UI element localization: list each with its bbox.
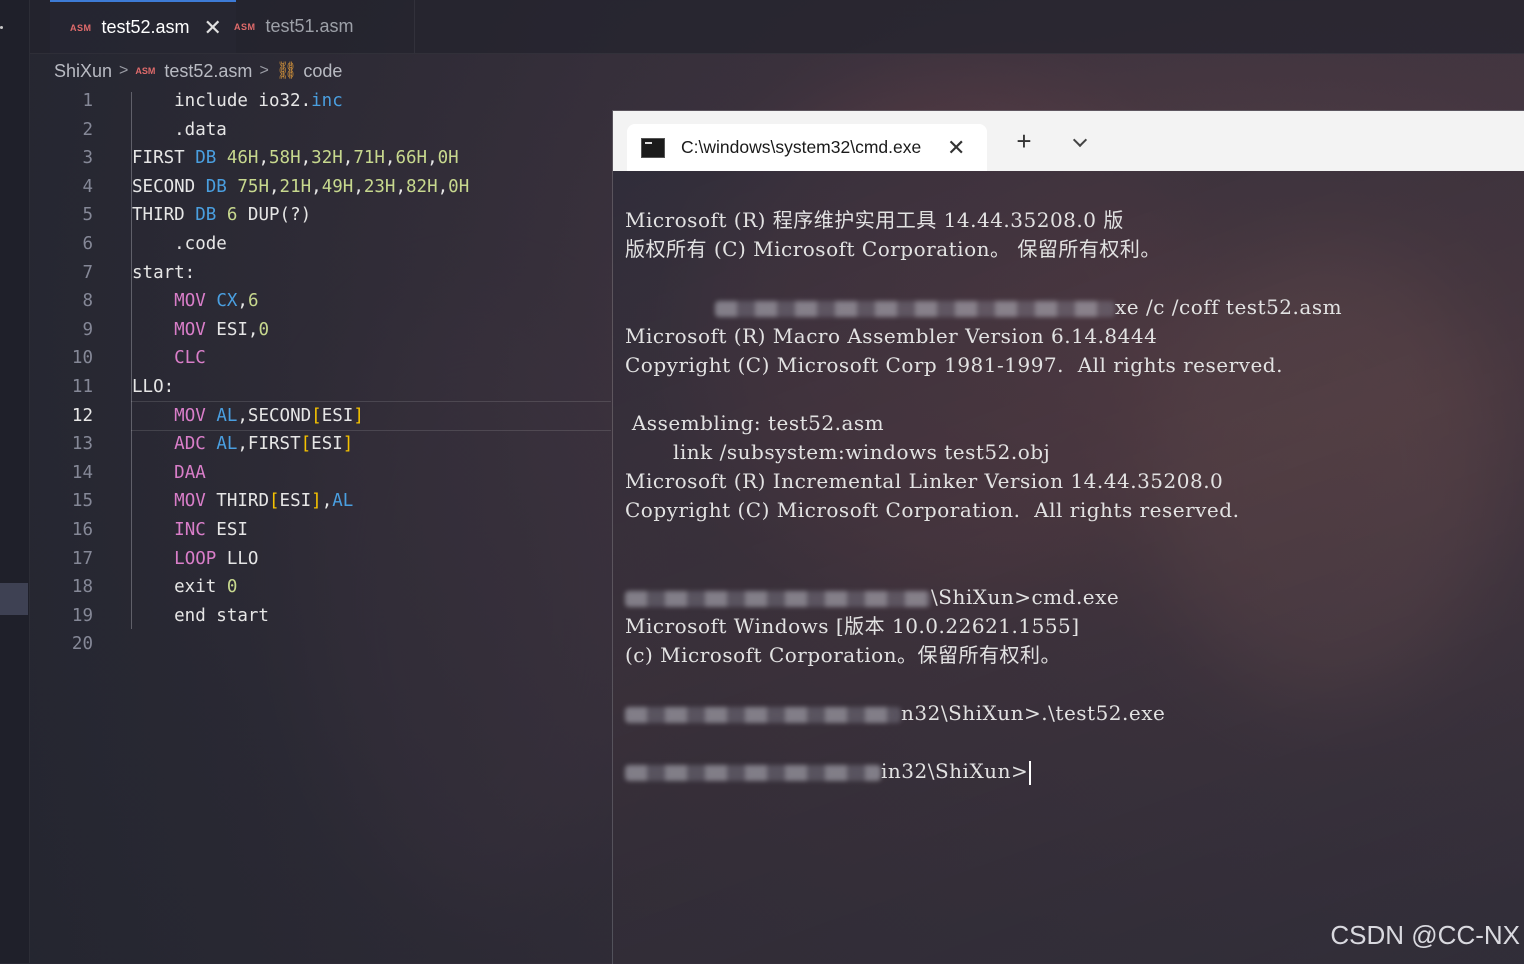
line-number: 2 bbox=[82, 119, 93, 140]
text-cursor bbox=[1029, 760, 1031, 785]
line-number: 15 bbox=[71, 491, 93, 512]
terminal-line: Microsoft (R) 程序维护实用工具 14.44.35208.0 版 bbox=[625, 208, 1124, 232]
line-number: 3 bbox=[82, 148, 93, 169]
editor-tab-bar: ASM test52.asm ✕ ASM test51.asm bbox=[30, 0, 1524, 54]
line-number: 14 bbox=[71, 462, 93, 483]
terminal-text: n32\ShiXun>.\test52.exe bbox=[901, 701, 1166, 725]
terminal-line: in32\ShiXun> bbox=[625, 757, 1342, 786]
breadcrumb-folder[interactable]: ShiXun bbox=[54, 61, 112, 82]
redacted-path bbox=[625, 706, 901, 723]
terminal-text: xe /c /coff test52.asm bbox=[1115, 295, 1343, 319]
line-number: 12 bbox=[71, 405, 93, 426]
breadcrumb: ShiXun > ASM test52.asm > ⛓ code bbox=[54, 58, 342, 84]
line-number: 8 bbox=[82, 291, 93, 312]
asm-file-icon: ASM bbox=[234, 21, 256, 32]
redacted-path bbox=[715, 300, 1115, 317]
line-number: 4 bbox=[82, 176, 93, 197]
terminal-titlebar: C:\windows\system32\cmd.exe ✕ + bbox=[613, 111, 1524, 171]
symbol-icon: ⛓ bbox=[275, 61, 298, 80]
line-number: 9 bbox=[82, 319, 93, 340]
line-number: 17 bbox=[71, 548, 93, 569]
line-number: 11 bbox=[71, 376, 93, 397]
close-icon[interactable]: ✕ bbox=[947, 135, 965, 161]
watermark: CSDN @CC-NX bbox=[1330, 920, 1520, 950]
chevron-right-icon: > bbox=[259, 62, 269, 79]
terminal-text: \ShiXun>cmd.exe bbox=[931, 585, 1120, 609]
terminal-tab[interactable]: C:\windows\system32\cmd.exe ✕ bbox=[627, 124, 987, 171]
redacted-path bbox=[625, 590, 931, 607]
line-number: 1 bbox=[82, 91, 93, 111]
terminal-line: Microsoft (R) Macro Assembler Version 6.… bbox=[625, 324, 1158, 348]
tab-test51-asm[interactable]: ASM test51.asm bbox=[214, 0, 415, 53]
tab-label: test52.asm bbox=[101, 17, 190, 37]
line-number: 6 bbox=[82, 233, 93, 254]
terminal-line: \ShiXun>cmd.exe bbox=[625, 583, 1342, 612]
redacted-path bbox=[625, 764, 881, 781]
terminal-line: (c) Microsoft Corporation。保留所有权利。 bbox=[625, 643, 1062, 667]
terminal-line: link /subsystem:windows test52.obj bbox=[625, 440, 1051, 464]
line-number: 5 bbox=[82, 205, 93, 226]
breadcrumb-symbol[interactable]: code bbox=[303, 61, 342, 82]
terminal-window[interactable]: C:\windows\system32\cmd.exe ✕ + Microsof… bbox=[612, 110, 1524, 964]
terminal-prompt: in32\ShiXun> bbox=[881, 759, 1029, 783]
terminal-line: n32\ShiXun>.\test52.exe bbox=[625, 699, 1342, 728]
active-indicator bbox=[0, 583, 28, 615]
line-number: 13 bbox=[71, 434, 93, 455]
more-icon[interactable] bbox=[0, 26, 3, 29]
tab-test52-asm[interactable]: ASM test52.asm ✕ bbox=[50, 0, 236, 53]
terminal-output[interactable]: Microsoft (R) 程序维护实用工具 14.44.35208.0 版 版… bbox=[625, 206, 1342, 786]
line-number: 7 bbox=[82, 262, 93, 283]
activity-bar bbox=[0, 0, 30, 963]
terminal-line: Microsoft Windows [版本 10.0.22621.1555] bbox=[625, 614, 1080, 638]
terminal-line: Assembling: test52.asm bbox=[625, 411, 885, 435]
terminal-tab-title: C:\windows\system32\cmd.exe bbox=[681, 137, 922, 157]
asm-file-icon: ASM bbox=[70, 22, 92, 33]
terminal-line: Microsoft (R) Incremental Linker Version… bbox=[625, 469, 1224, 493]
chevron-down-icon[interactable] bbox=[1065, 125, 1095, 157]
breadcrumb-file[interactable]: test52.asm bbox=[164, 61, 252, 82]
new-tab-button[interactable]: + bbox=[1009, 125, 1039, 157]
terminal-line: Copyright (C) Microsoft Corp 1981-1997. … bbox=[625, 353, 1283, 377]
terminal-line: Copyright (C) Microsoft Corporation. All… bbox=[625, 498, 1240, 522]
line-number: 20 bbox=[71, 634, 93, 655]
asm-file-icon: ASM bbox=[135, 66, 156, 76]
line-number: 10 bbox=[71, 348, 93, 369]
line-number: 16 bbox=[71, 519, 93, 540]
cmd-icon bbox=[641, 137, 665, 158]
terminal-line: 版权所有 (C) Microsoft Corporation。 保留所有权利。 bbox=[625, 237, 1161, 261]
line-number: 18 bbox=[71, 577, 93, 598]
chevron-right-icon: > bbox=[119, 62, 129, 79]
line-number: 19 bbox=[71, 605, 93, 626]
tab-label: test51.asm bbox=[265, 16, 354, 36]
terminal-line: xe /c /coff test52.asm bbox=[625, 293, 1342, 322]
